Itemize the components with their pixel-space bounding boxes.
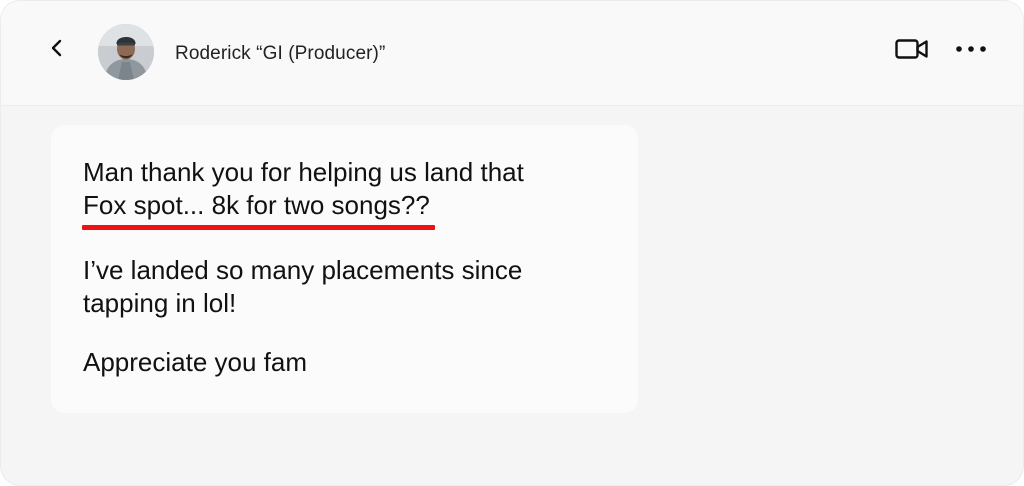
avatar-photo [98,24,154,80]
chevron-left-icon [51,39,62,57]
message-text-line: tapping in lol! [83,288,237,318]
message-text-line: Appreciate you fam [83,347,308,377]
message-text-line: Man thank you for helping us land that [83,157,524,187]
message-text-line: Fox spot... 8k for two songs?? [83,190,430,220]
chat-header: Roderick “GI (Producer)” [1,1,1023,106]
more-options-button[interactable] [953,41,989,57]
back-button[interactable] [45,36,69,60]
video-call-button[interactable] [894,36,930,62]
message-text-line: I’ve landed so many placements since [83,255,523,285]
video-camera-icon [895,39,928,59]
avatar[interactable] [98,24,154,80]
highlight-underline [82,225,435,230]
more-horizontal-icon [956,46,986,52]
contact-name[interactable]: Roderick “GI (Producer)” [175,43,385,65]
chat-window: Roderick “GI (Producer)” Man thank you f… [0,0,1024,486]
